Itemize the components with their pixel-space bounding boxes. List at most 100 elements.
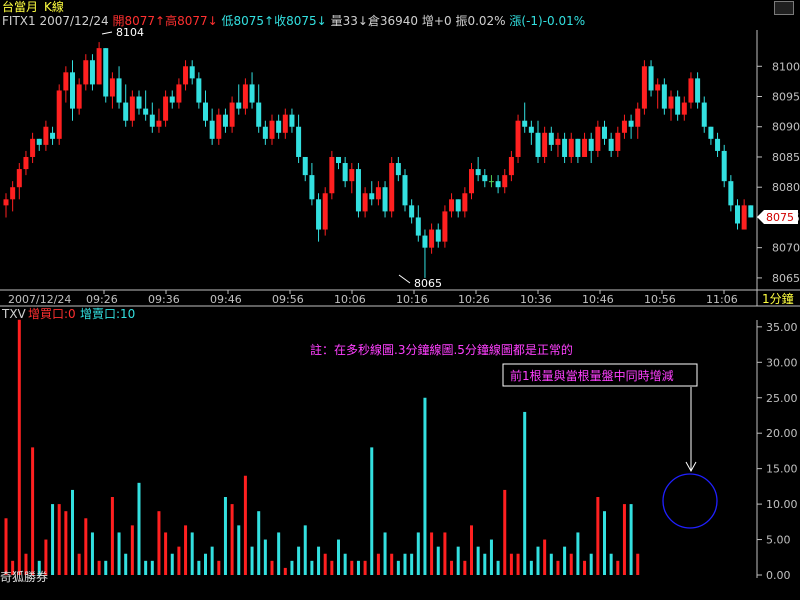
candle-body bbox=[602, 126, 607, 139]
volume-bar bbox=[416, 532, 420, 575]
candle bbox=[322, 187, 328, 236]
candle bbox=[369, 181, 375, 206]
candle-body bbox=[688, 78, 694, 103]
candle bbox=[382, 181, 388, 218]
candle-body bbox=[3, 199, 9, 206]
candle bbox=[63, 66, 69, 103]
volume-bar bbox=[516, 553, 520, 575]
volume-bar bbox=[184, 525, 188, 575]
candle-body bbox=[469, 169, 474, 194]
high-label-leader bbox=[101, 31, 113, 35]
candle bbox=[628, 114, 634, 139]
time-tick-label: 10:06 bbox=[334, 293, 366, 306]
candle-body bbox=[309, 175, 315, 200]
candle bbox=[16, 163, 22, 200]
candle bbox=[508, 150, 514, 182]
candle bbox=[542, 126, 548, 164]
candle bbox=[661, 78, 667, 115]
candle-body bbox=[615, 132, 621, 151]
volume-bar bbox=[609, 553, 613, 575]
candle bbox=[309, 163, 315, 206]
volume-bar bbox=[569, 553, 573, 575]
candle bbox=[455, 199, 461, 218]
candle bbox=[36, 138, 42, 151]
candle-body bbox=[655, 84, 661, 91]
volume-bar bbox=[190, 532, 194, 575]
candle bbox=[442, 205, 448, 248]
candle bbox=[269, 114, 275, 145]
volume-bar bbox=[97, 560, 101, 575]
interval-label[interactable]: 1分鐘 bbox=[762, 291, 794, 306]
candle bbox=[236, 84, 242, 115]
candle-body bbox=[342, 163, 348, 182]
candle-body bbox=[203, 102, 208, 121]
volume-tick-label: 0.00 bbox=[766, 569, 791, 582]
candle-body bbox=[515, 120, 521, 157]
candle bbox=[109, 72, 115, 109]
candle bbox=[488, 175, 494, 188]
candle-body bbox=[296, 126, 302, 157]
candle-body bbox=[708, 126, 714, 139]
candle bbox=[475, 156, 481, 182]
candle-body bbox=[349, 169, 355, 182]
candle bbox=[621, 114, 627, 139]
volume-bar bbox=[257, 511, 261, 575]
time-tick-label: 11:06 bbox=[706, 293, 738, 306]
candle bbox=[708, 126, 714, 145]
volume-bar bbox=[563, 546, 567, 575]
candle-body bbox=[236, 102, 242, 109]
time-tick-label: 10:36 bbox=[520, 293, 552, 306]
candle-body bbox=[562, 138, 568, 157]
candle bbox=[70, 60, 75, 121]
candle-body bbox=[189, 66, 195, 79]
candle-body bbox=[63, 72, 69, 91]
volume-bar bbox=[31, 447, 35, 575]
volume-tick-label: 5.00 bbox=[766, 534, 791, 547]
volume-bar bbox=[243, 475, 247, 575]
candle-body bbox=[741, 205, 747, 230]
volume-tick-label: 25.00 bbox=[766, 392, 798, 405]
time-tick-label: 09:36 bbox=[148, 293, 180, 306]
volume-bar bbox=[396, 560, 400, 575]
candle-body bbox=[522, 120, 528, 127]
candle-body bbox=[329, 156, 335, 194]
time-tick-label: 10:26 bbox=[458, 293, 490, 306]
candle-body bbox=[355, 169, 361, 212]
volume-tick-label: 15.00 bbox=[766, 463, 798, 476]
volume-bar bbox=[436, 546, 440, 575]
candle-body bbox=[462, 193, 468, 212]
candle bbox=[349, 163, 355, 194]
candle-body bbox=[169, 96, 175, 103]
candle bbox=[721, 144, 727, 188]
candle bbox=[675, 90, 681, 121]
candle bbox=[395, 156, 401, 182]
candle-body bbox=[482, 175, 488, 182]
volume-bar bbox=[144, 560, 148, 575]
candle bbox=[735, 199, 740, 230]
volume-bar bbox=[177, 546, 181, 575]
candle bbox=[562, 132, 568, 164]
candle bbox=[389, 156, 395, 218]
candle-body bbox=[336, 156, 341, 164]
volume-bar bbox=[277, 532, 281, 575]
candle-body bbox=[83, 60, 89, 85]
volume-bar bbox=[110, 497, 114, 575]
chart-area[interactable]: 8100 8095 8090 8085 8080 8075 8070 8065 2007/12… bbox=[0, 0, 800, 600]
candle-body bbox=[229, 102, 235, 127]
candle-body bbox=[136, 96, 142, 109]
volume-tick-label: 35.00 bbox=[766, 321, 798, 334]
time-tick-label: 09:46 bbox=[210, 293, 242, 306]
volume-bar bbox=[71, 489, 74, 575]
volume-bar bbox=[483, 553, 487, 575]
candle bbox=[615, 126, 621, 157]
volume-bar bbox=[470, 525, 473, 575]
candle-body bbox=[442, 211, 448, 242]
volume-bar bbox=[476, 546, 480, 575]
volume-bar bbox=[197, 560, 201, 575]
candle bbox=[302, 156, 308, 182]
volume-bar bbox=[204, 553, 207, 575]
candle-body bbox=[375, 187, 381, 200]
volume-bar bbox=[51, 504, 55, 575]
candle-body bbox=[701, 102, 707, 127]
candle-body bbox=[276, 120, 282, 133]
